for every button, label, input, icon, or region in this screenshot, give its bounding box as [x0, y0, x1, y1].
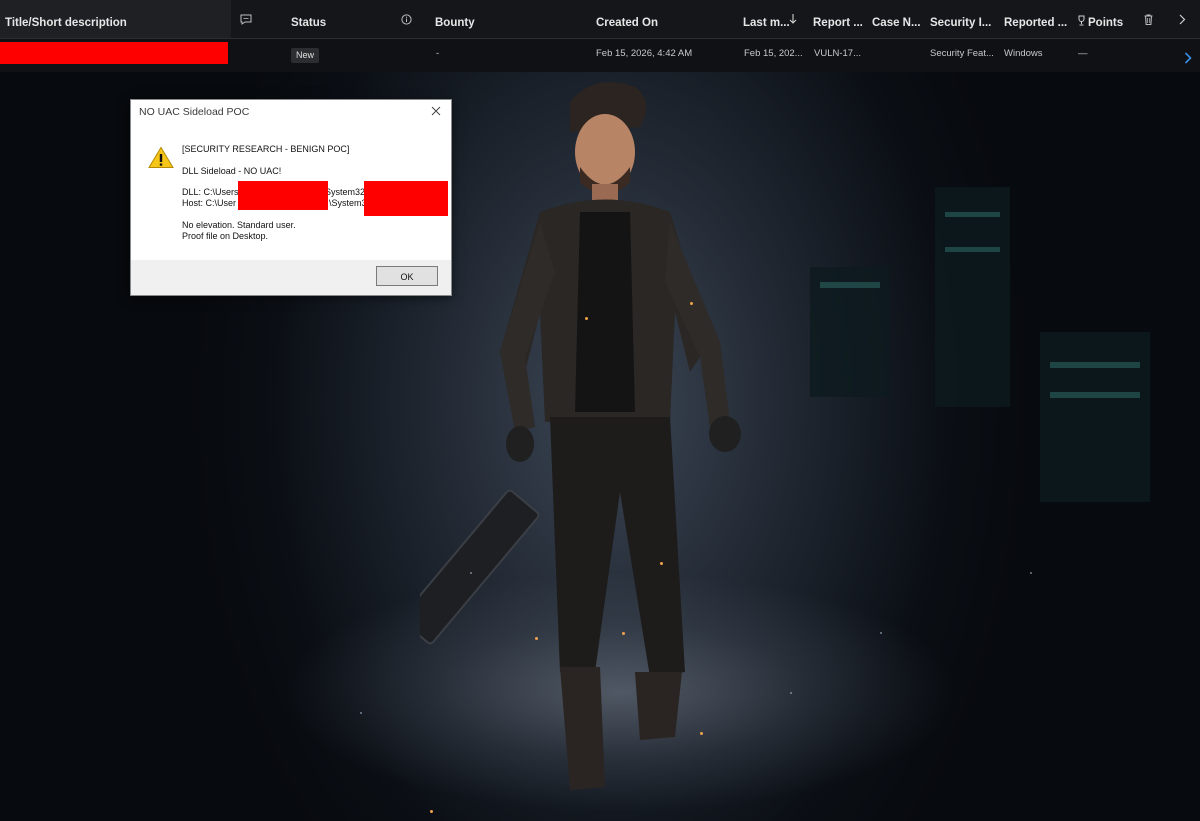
ember-spark — [660, 562, 663, 565]
ember-spark — [622, 632, 625, 635]
column-header-status[interactable]: Status — [291, 0, 326, 38]
hacker-figure-illustration — [420, 82, 741, 790]
dialog-text-dll-path-suffix: System32 — [325, 187, 366, 197]
column-header-reported-product[interactable]: Reported ... — [1004, 0, 1067, 38]
cell-bounty: - — [436, 48, 440, 59]
dialog-text-host-path-prefix: Host: C:\User — [182, 198, 237, 208]
chevron-right-icon[interactable] — [1184, 51, 1192, 64]
dialog-text-header: [SECURITY RESEARCH - BENIGN POC] — [182, 144, 350, 154]
building-window — [945, 247, 1000, 252]
ok-button[interactable]: OK — [376, 266, 438, 286]
column-header-points[interactable]: Points — [1088, 0, 1123, 38]
cell-points: — — [1078, 48, 1088, 59]
trash-icon[interactable] — [1144, 14, 1153, 28]
cell-report-id[interactable]: VULN-17... — [814, 39, 861, 71]
sort-arrow-down-icon[interactable] — [789, 13, 797, 28]
building-window — [1050, 392, 1140, 398]
comment-icon[interactable] — [240, 14, 252, 28]
column-header-case-number[interactable]: Case N... — [872, 0, 921, 38]
star-dot — [470, 572, 472, 574]
redacted-path-tail — [364, 181, 448, 216]
chevron-right-icon[interactable] — [1179, 14, 1186, 28]
building-window — [945, 212, 1000, 217]
column-header-title[interactable]: Title/Short description — [0, 0, 231, 38]
trophy-icon — [1077, 15, 1086, 29]
dialog-text-elevation: No elevation. Standard user. — [182, 220, 296, 230]
dialog-text-dll-path-prefix: DLL: C:\Users — [182, 187, 239, 197]
background-building — [1040, 332, 1150, 502]
warning-icon — [148, 146, 174, 169]
cell-last-modified: Feb 15, 202... — [744, 48, 803, 59]
column-header-created-on[interactable]: Created On — [596, 0, 658, 38]
column-header-report-id[interactable]: Report ... — [813, 0, 863, 38]
cell-created-on: Feb 15, 2026, 4:42 AM — [596, 48, 693, 59]
background-building — [935, 187, 1010, 407]
column-header-bounty[interactable]: Bounty — [435, 0, 475, 38]
cell-security-impact: Security Feat... — [930, 48, 994, 59]
redacted-title — [0, 42, 228, 64]
table-row[interactable]: - Feb 15, 2026, 4:42 AM Feb 15, 202... V… — [0, 39, 1200, 71]
table-header: Title/Short description Status Bounty Cr… — [0, 0, 1200, 39]
star-dot — [790, 692, 792, 694]
ember-spark — [700, 732, 703, 735]
reports-table: Title/Short description Status Bounty Cr… — [0, 0, 1200, 72]
status-badge: New — [291, 48, 320, 63]
building-window — [820, 282, 880, 288]
close-icon[interactable] — [429, 104, 443, 118]
dialog-title: NO UAC Sideload POC — [139, 106, 250, 118]
cell-reported-product: Windows — [1004, 48, 1043, 59]
message-box-dialog: NO UAC Sideload POC [SECURITY RESEARCH -… — [130, 99, 452, 296]
dialog-text-proof: Proof file on Desktop. — [182, 231, 269, 241]
ember-spark — [690, 302, 693, 305]
redacted-path-username — [238, 181, 328, 210]
star-dot — [880, 632, 882, 634]
ember-spark — [585, 317, 588, 320]
column-header-last-modified[interactable]: Last m... — [743, 0, 790, 38]
star-dot — [1030, 572, 1032, 574]
ember-spark — [430, 810, 433, 813]
column-header-security-impact[interactable]: Security I... — [930, 0, 991, 38]
info-icon[interactable] — [401, 14, 412, 28]
dialog-text-host-path-suffix: \System3 — [329, 198, 367, 208]
building-window — [1050, 362, 1140, 368]
star-dot — [360, 712, 362, 714]
dialog-text-subtitle: DLL Sideload - NO UAC! — [182, 166, 282, 176]
ember-spark — [535, 637, 538, 640]
